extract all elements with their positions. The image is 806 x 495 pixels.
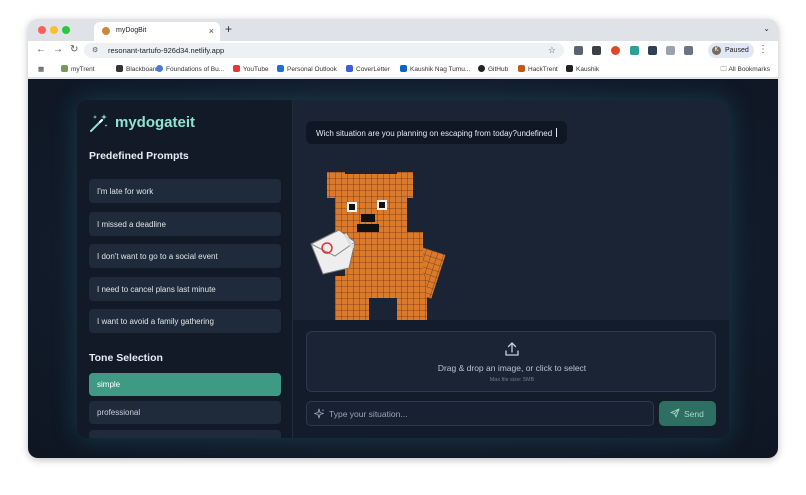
youtube-icon (233, 65, 240, 72)
tone-option-simple[interactable]: simple (89, 373, 281, 396)
send-button[interactable]: Send (659, 401, 716, 426)
forward-arrow-icon[interactable]: → (53, 44, 63, 55)
chat-area: Wich situation are you planning on escap… (293, 100, 729, 326)
dog-image (310, 172, 446, 326)
sidebar: mydogateit Predefined Prompts I'm late f… (77, 100, 293, 438)
page-content: mydogateit Predefined Prompts I'm late f… (28, 79, 778, 458)
extension-1-icon[interactable] (574, 46, 583, 55)
input-section: Drag & drop an image, or click to select… (293, 320, 729, 438)
dropzone-label: Drag & drop an image, or click to select (437, 363, 587, 373)
outlook-icon (277, 65, 284, 72)
site-info-icon[interactable]: ⚙ (92, 46, 98, 54)
bookmark-hacktrent[interactable]: HackTrent (518, 65, 558, 73)
tab-strip: myDogBit × + ⌄ (28, 19, 778, 41)
situation-input[interactable] (329, 407, 649, 421)
bookmarks-bar: ▦ myTrent Blackboard Foundations of Bu..… (28, 60, 778, 78)
extension-4-icon[interactable] (630, 46, 639, 55)
browser-menu-icon[interactable]: ⋮ (758, 44, 768, 55)
close-window-button[interactable] (38, 26, 46, 34)
extension-3-icon[interactable] (611, 46, 620, 55)
bookmark-kaushik[interactable]: Kaushik (566, 65, 599, 73)
bookmark-mytrent[interactable]: myTrent (61, 65, 95, 73)
bookmark-outlook[interactable]: Personal Outlook (277, 65, 337, 73)
send-label: Send (684, 409, 704, 419)
coverletter-icon (346, 65, 353, 72)
apps-grid-icon[interactable]: ▦ (38, 65, 44, 73)
mytrent-icon (61, 65, 68, 72)
bookmark-blackboard[interactable]: Blackboard (116, 65, 159, 73)
predefined-prompts-heading: Predefined Prompts (89, 150, 189, 162)
image-dropzone[interactable]: Drag & drop an image, or click to select… (306, 331, 716, 392)
prompt-late-for-work[interactable]: I'm late for work (89, 179, 281, 203)
assistant-message: Wich situation are you planning on escap… (306, 121, 568, 144)
address-bar[interactable]: ⚙ resonant-tartufo-926d34.netlify.app ☆ (84, 43, 564, 58)
browser-toolbar: ← → ↻ ⚙ resonant-tartufo-926d34.netlify.… (28, 41, 778, 60)
tab-title: myDogBit (116, 27, 147, 34)
dog-favicon-icon (102, 27, 110, 35)
magic-wand-icon (90, 114, 108, 132)
prompt-cancel-plans[interactable]: I need to cancel plans last minute (89, 277, 281, 301)
extensions-puzzle-icon[interactable] (684, 46, 693, 55)
reload-icon[interactable]: ↻ (70, 44, 78, 55)
situation-input-wrapper (306, 401, 654, 426)
app-logo-text: mydogateit (115, 114, 196, 131)
profile-status: Paused (725, 47, 749, 54)
browser-tab[interactable]: myDogBit × (94, 22, 220, 41)
profile-button[interactable]: K Paused (708, 43, 754, 58)
tone-option-professional[interactable]: professional (89, 401, 281, 424)
extension-2-icon[interactable] (592, 46, 601, 55)
prompt-missed-deadline[interactable]: I missed a deadline (89, 212, 281, 236)
app-panel: mydogateit Predefined Prompts I'm late f… (77, 100, 729, 438)
paper-plane-icon (670, 408, 680, 418)
sparkles-icon (314, 408, 325, 419)
prompt-family-gathering[interactable]: I want to avoid a family gathering (89, 309, 281, 333)
bookmark-linkedin[interactable]: Kaushik Nag Tumu... (400, 65, 470, 73)
close-tab-icon[interactable]: × (209, 26, 214, 36)
tab-search-chevron-icon[interactable]: ⌄ (763, 24, 770, 33)
dropzone-hint: Max file size: 5MB (489, 377, 535, 383)
main-area: Wich situation are you planning on escap… (293, 100, 729, 438)
prompt-social-event[interactable]: I don't want to go to a social event (89, 244, 281, 268)
typing-cursor (556, 128, 558, 137)
foundations-icon (156, 65, 163, 72)
new-tab-icon[interactable]: + (225, 22, 232, 36)
profile-avatar: K (712, 46, 721, 55)
kaushik-icon (566, 65, 573, 72)
extension-5-icon[interactable] (648, 46, 657, 55)
browser-window: myDogBit × + ⌄ ← → ↻ ⚙ resonant-tartufo-… (28, 19, 778, 458)
tone-option-partial[interactable] (89, 430, 281, 438)
maximize-window-button[interactable] (62, 26, 70, 34)
minimize-window-button[interactable] (50, 26, 58, 34)
back-arrow-icon[interactable]: ← (36, 44, 46, 55)
bookmark-youtube[interactable]: YouTube (233, 65, 269, 73)
message-text: Wich situation are you planning on escap… (316, 129, 553, 138)
linkedin-icon (400, 65, 407, 72)
extension-6-icon[interactable] (666, 46, 675, 55)
bookmark-star-icon[interactable]: ☆ (548, 45, 556, 56)
bookmark-github[interactable]: GitHub (478, 65, 508, 73)
github-icon (478, 65, 485, 72)
url-text: resonant-tartufo-926d34.netlify.app (108, 46, 225, 55)
blackboard-icon (116, 65, 123, 72)
hacktrent-icon (518, 65, 525, 72)
all-bookmarks[interactable]: 🗀 All Bookmarks (721, 65, 771, 76)
bookmark-foundations[interactable]: Foundations of Bu... (156, 65, 224, 73)
upload-icon (505, 342, 519, 356)
tone-selection-heading: Tone Selection (89, 352, 163, 364)
bookmark-coverletter[interactable]: CoverLetter (346, 65, 390, 73)
